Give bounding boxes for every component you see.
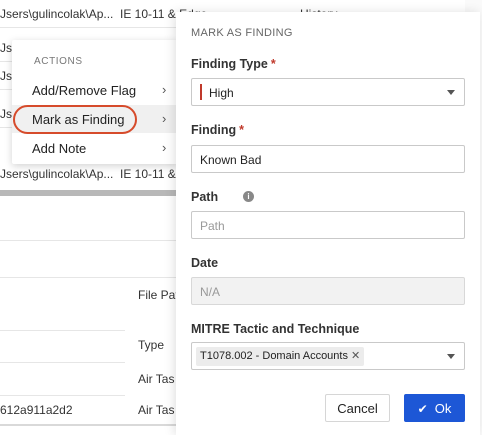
cancel-button-label: Cancel — [337, 400, 378, 416]
divider — [0, 330, 125, 331]
scrollbar-thumb[interactable] — [0, 190, 180, 196]
finding-type-label-text: Finding Type — [191, 57, 268, 71]
finding-label: Finding * — [191, 123, 244, 137]
detail-type-label: Type — [138, 338, 165, 352]
required-marker: * — [270, 57, 276, 71]
path-label: Path i — [191, 190, 254, 204]
mitre-chip: T1078.002 - Domain Accounts ✕ — [196, 347, 365, 366]
panel-title: MARK AS FINDING — [191, 27, 293, 39]
cell-path: Jsers\gulincolak\Ap... — [0, 167, 114, 181]
chevron-right-icon: › — [162, 140, 167, 155]
close-icon[interactable]: ✕ — [351, 350, 360, 362]
required-marker: * — [239, 123, 244, 137]
detail-air-task-label: Air Tas — [138, 403, 175, 417]
info-icon[interactable]: i — [243, 191, 254, 202]
date-value: N/A — [200, 285, 221, 299]
detail-file-path-label: File Pat — [138, 288, 179, 302]
date-label-text: Date — [191, 256, 219, 270]
finding-type-label: Finding Type * — [191, 57, 276, 71]
finding-input[interactable]: Known Bad — [191, 145, 465, 173]
finding-type-value: High — [209, 86, 234, 100]
finding-value: Known Bad — [200, 153, 262, 167]
caret-down-icon[interactable] — [447, 354, 455, 359]
menu-header: ACTIONS — [34, 56, 83, 67]
mark-as-finding-panel: MARK AS FINDING Finding Type * High Findi… — [176, 12, 480, 435]
cell-path: Jsers\gulincolak\Ap... — [0, 7, 114, 21]
date-label: Date — [191, 256, 218, 270]
mitre-label-text: MITRE Tactic and Technique — [191, 322, 360, 336]
severity-indicator — [200, 84, 202, 100]
check-icon: ✔ — [417, 401, 428, 416]
menu-item-label: Add/Remove Flag — [32, 83, 137, 98]
mitre-label: MITRE Tactic and Technique — [191, 322, 359, 336]
mitre-chip-label: T1078.002 - Domain Accounts — [200, 350, 348, 362]
date-field: N/A — [191, 277, 465, 305]
chevron-right-icon: › — [162, 111, 167, 126]
path-placeholder: Path — [200, 219, 225, 233]
path-label-text: Path — [191, 190, 219, 204]
divider — [0, 395, 125, 396]
chevron-right-icon: › — [162, 82, 167, 97]
menu-item-add-remove-flag[interactable]: Add/Remove Flag › — [12, 76, 178, 104]
menu-item-add-note[interactable]: Add Note › — [12, 134, 178, 162]
actions-context-menu: ACTIONS Add/Remove Flag › Mark as Findin… — [12, 40, 178, 164]
mitre-multiselect[interactable]: T1078.002 - Domain Accounts ✕ — [191, 342, 465, 370]
ok-button[interactable]: ✔ Ok — [404, 394, 465, 422]
highlight-annotation — [13, 105, 137, 134]
cancel-button[interactable]: Cancel — [325, 394, 390, 422]
caret-down-icon[interactable] — [447, 90, 455, 95]
menu-item-label: Add Note — [32, 141, 87, 156]
path-input[interactable]: Path — [191, 211, 465, 239]
divider — [0, 362, 125, 363]
detail-air-task-label: Air Tas — [138, 372, 175, 386]
ok-button-label: Ok — [434, 400, 452, 416]
detail-hash-value: 612a911a2d2 — [0, 403, 73, 417]
finding-label-text: Finding — [191, 123, 237, 137]
finding-type-select[interactable]: High — [191, 78, 465, 106]
